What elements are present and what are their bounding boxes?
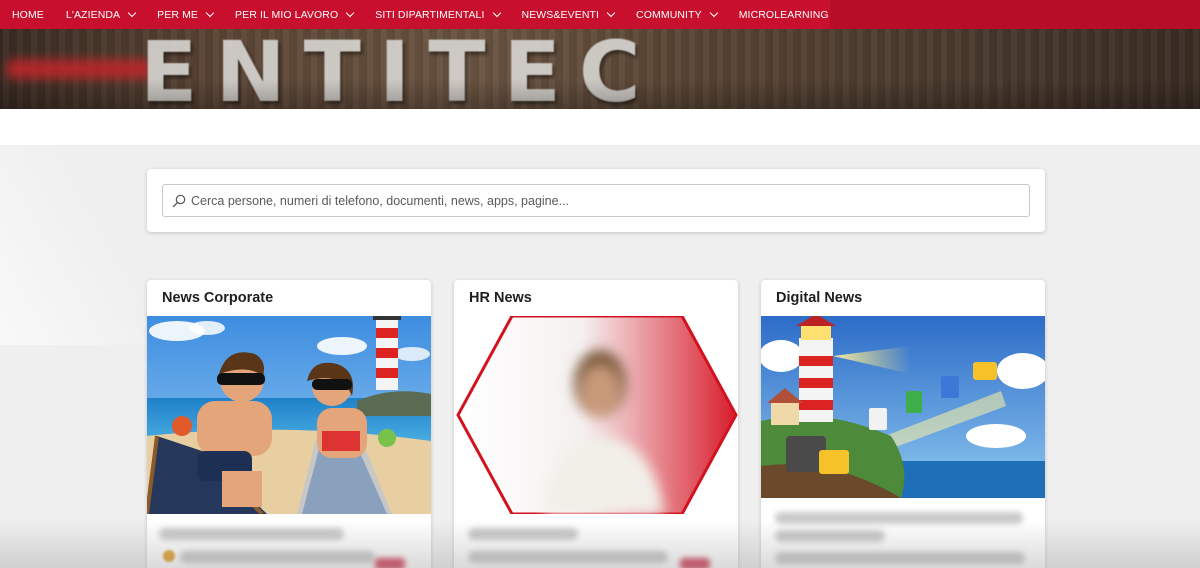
hero-logo-blurred	[6, 59, 152, 79]
card-tag-blurred	[375, 558, 405, 568]
card-title: HR News	[469, 290, 532, 306]
nav-siti-dipartimentali[interactable]: SITI DIPARTIMENTALI	[375, 8, 501, 21]
chevron-down-icon	[205, 8, 215, 18]
nav-home[interactable]: HOME	[12, 9, 44, 21]
nav-right-section	[830, 0, 1200, 29]
nav-siti-dipartimentali-label: SITI DIPARTIMENTALI	[375, 8, 485, 21]
hr-news-card[interactable]: HR News	[454, 280, 738, 568]
nav-azienda[interactable]: L'AZIENDA	[65, 8, 137, 21]
nav-per-me[interactable]: PER ME	[157, 8, 215, 21]
chevron-down-icon	[492, 8, 501, 18]
card-meta-blurred	[775, 552, 1025, 564]
search-card	[147, 169, 1045, 232]
nav-per-me-label: PER ME	[157, 8, 199, 21]
nav-azienda-label: L'AZIENDA	[65, 8, 121, 21]
hr-news-image[interactable]	[454, 316, 738, 514]
chevron-down-icon	[709, 8, 718, 18]
top-navigation-bar: HOME L'AZIENDA PER ME PER IL MIO LAVORO …	[0, 0, 1200, 29]
card-headline-line2-blurred	[775, 530, 885, 542]
card-headline-blurred	[159, 528, 344, 540]
card-title: News Corporate	[162, 290, 274, 306]
hero-wood-sign: ENTITEC	[140, 29, 659, 109]
nav-community[interactable]: COMMUNITY	[636, 8, 718, 21]
nav-news-eventi[interactable]: NEWS&EVENTI	[521, 8, 616, 21]
nav-community-label: COMMUNITY	[636, 8, 702, 21]
card-meta-blurred	[468, 551, 668, 563]
chevron-down-icon	[606, 8, 616, 18]
card-headline-blurred	[468, 528, 578, 540]
search-icon	[172, 194, 186, 207]
nav-microlearning-label: MICROLEARNING	[738, 8, 829, 21]
digital-news-image[interactable]	[761, 316, 1045, 514]
nav-per-il-mio-lavoro[interactable]: PER IL MIO LAVORO	[235, 8, 355, 21]
card-meta-blurred	[180, 551, 375, 563]
hero-banner: ENTITEC	[0, 29, 1200, 109]
header-spacer	[0, 109, 1200, 145]
card-avatar-blurred	[163, 550, 175, 562]
card-tag-blurred	[680, 558, 710, 568]
digital-news-card[interactable]: Digital News	[761, 280, 1045, 568]
nav-per-il-mio-lavoro-label: PER IL MIO LAVORO	[235, 8, 339, 21]
card-title: Digital News	[776, 290, 863, 306]
nav-home-label: HOME	[12, 8, 44, 21]
news-corporate-image[interactable]	[147, 316, 431, 514]
chevron-down-icon	[127, 8, 137, 18]
search-input[interactable]	[191, 193, 1029, 208]
card-headline-blurred	[775, 512, 1023, 524]
nav-microlearning[interactable]: MICROLEARNING	[738, 8, 845, 21]
search-box[interactable]	[162, 184, 1030, 217]
chevron-down-icon	[346, 8, 355, 18]
news-corporate-card[interactable]: News Corporate	[147, 280, 431, 568]
nav-news-eventi-label: NEWS&EVENTI	[521, 8, 600, 21]
